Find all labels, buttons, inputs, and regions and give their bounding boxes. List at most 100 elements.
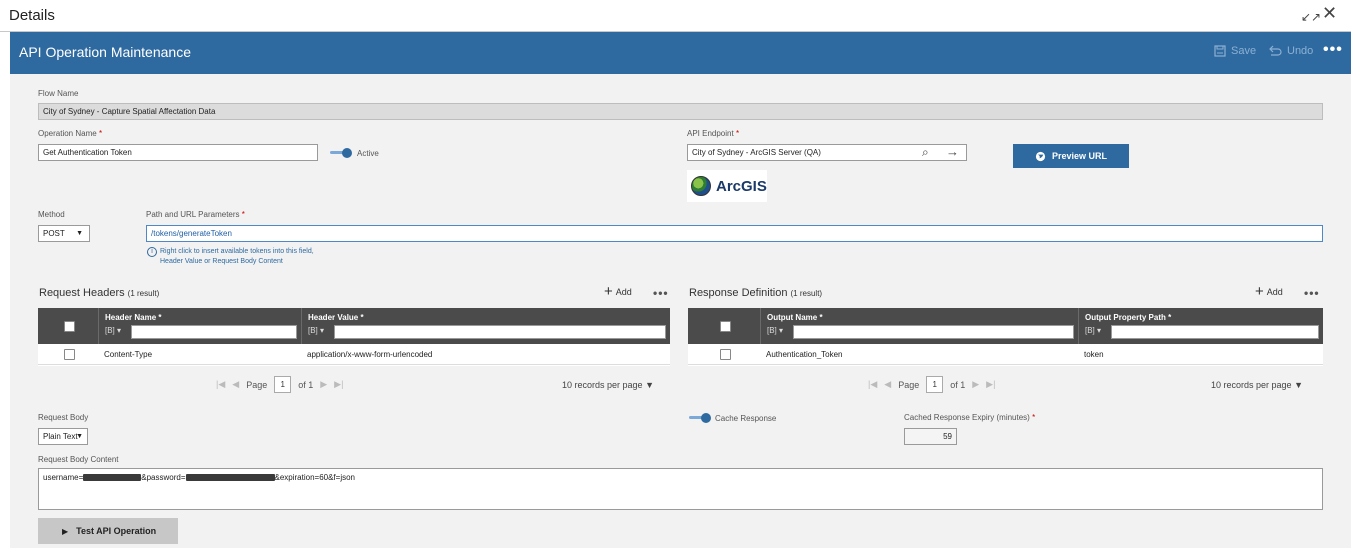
cache-expiry-label: Cached Response Expiry (minutes) * <box>904 413 1036 422</box>
select-all-checkbox[interactable] <box>64 321 75 332</box>
chevron-down-icon: ▼ <box>76 433 83 440</box>
response-definition-add-button[interactable]: + Add <box>1255 284 1283 299</box>
path-input[interactable]: /tokens/generateToken <box>146 225 1323 242</box>
column-header-label: Header Value * <box>308 313 364 322</box>
test-api-operation-button[interactable]: ▶ Test API Operation <box>38 518 178 544</box>
save-icon <box>1214 45 1226 57</box>
first-page-icon[interactable]: |◀ <box>868 379 877 390</box>
filter-icon[interactable]: [B] ▾ <box>767 326 783 335</box>
undo-icon <box>1269 45 1282 56</box>
arrow-right-icon[interactable]: → <box>946 144 959 159</box>
active-label: Active <box>357 149 379 158</box>
globe-icon <box>1035 151 1046 161</box>
save-label: Save <box>1231 45 1257 57</box>
response-definition-pager: |◀ ◀ Page 1 of 1 ▶ ▶| <box>868 376 995 393</box>
plus-icon: + <box>604 283 613 300</box>
active-toggle[interactable] <box>330 148 352 158</box>
row-checkbox[interactable] <box>64 349 75 360</box>
method-label: Method <box>38 210 65 219</box>
request-headers-more-icon[interactable]: ••• <box>653 286 669 300</box>
response-definition-more-icon[interactable]: ••• <box>1304 286 1320 300</box>
header-value-cell: application/x-www-form-urlencoded <box>307 350 433 359</box>
output-path-cell: token <box>1084 350 1104 359</box>
cache-response-toggle[interactable] <box>689 413 711 423</box>
page-label: Page <box>246 379 268 390</box>
filter-icon[interactable]: [B] ▾ <box>1085 326 1101 335</box>
arcgis-logo: ArcGIS <box>687 170 767 202</box>
arcgis-globe-icon <box>691 176 711 196</box>
more-options-icon[interactable]: ••• <box>1323 41 1343 59</box>
response-definition-title: Response Definition (1 result) <box>689 287 823 299</box>
test-api-operation-label: Test API Operation <box>76 526 157 536</box>
window-title: Details <box>9 7 55 24</box>
page-number-input[interactable]: 1 <box>926 376 944 393</box>
column-header-label: Output Name * <box>767 313 823 322</box>
first-page-icon[interactable]: |◀ <box>216 379 225 390</box>
header-name-cell: Content-Type <box>104 350 153 359</box>
filter-input[interactable] <box>1111 325 1319 339</box>
method-select[interactable]: POST ▼ <box>38 225 90 242</box>
page-of-label: of 1 <box>298 379 314 390</box>
path-hint-line1: Right click to insert available tokens i… <box>160 248 314 255</box>
search-icon[interactable]: ⌕ <box>922 145 929 160</box>
column-header-label: Header Name * <box>105 313 162 322</box>
column-header-name[interactable]: Header Name * [B] ▾ <box>98 308 301 344</box>
records-per-page-select[interactable]: 10 records per page ▼ <box>1211 380 1303 390</box>
column-header-output-name[interactable]: Output Name * [B] ▾ <box>760 308 1078 344</box>
flow-name-label: Flow Name <box>38 89 79 98</box>
last-page-icon[interactable]: ▶| <box>986 379 995 390</box>
table-row[interactable]: Authentication_Token token <box>688 344 1323 365</box>
column-header-output-path[interactable]: Output Property Path * [B] ▾ <box>1078 308 1323 344</box>
table-row[interactable]: Content-Type application/x-www-form-urle… <box>38 344 670 365</box>
page-title: API Operation Maintenance <box>19 44 191 60</box>
next-page-icon[interactable]: ▶ <box>320 379 327 390</box>
records-per-page-select[interactable]: 10 records per page ▼ <box>562 380 654 390</box>
request-body-label: Request Body <box>38 413 89 422</box>
page-header: API Operation Maintenance Save Undo ••• <box>10 32 1351 74</box>
filter-icon[interactable]: [B] ▾ <box>308 326 324 335</box>
method-value: POST <box>43 229 65 238</box>
collapse-icon[interactable]: ↙↗ <box>1301 8 1321 26</box>
filter-input[interactable] <box>793 325 1074 339</box>
filter-icon[interactable]: [B] ▾ <box>105 326 121 335</box>
request-body-value: Plain Text <box>43 432 78 441</box>
preview-url-button[interactable]: Preview URL <box>1013 144 1129 168</box>
api-endpoint-label: API Endpoint * <box>687 129 740 138</box>
column-header-label: Output Property Path * <box>1085 313 1172 322</box>
next-page-icon[interactable]: ▶ <box>972 379 979 390</box>
redacted-password <box>185 474 275 482</box>
cache-expiry-input[interactable]: 59 <box>904 428 957 445</box>
request-headers-add-button[interactable]: + Add <box>604 283 632 300</box>
info-icon: i <box>147 247 157 257</box>
filter-input[interactable] <box>334 325 666 339</box>
output-name-cell: Authentication_Token <box>766 350 843 359</box>
prev-page-icon[interactable]: ◀ <box>232 379 239 390</box>
request-body-select[interactable]: Plain Text ▼ <box>38 428 88 445</box>
prev-page-icon[interactable]: ◀ <box>884 379 891 390</box>
column-header-value[interactable]: Header Value * [B] ▾ <box>301 308 670 344</box>
play-icon: ▶ <box>62 526 69 536</box>
path-label: Path and URL Parameters * <box>146 210 245 219</box>
request-body-content-textarea[interactable]: username= &password= &expiration=60&f=json <box>38 468 1323 510</box>
request-headers-grid: Header Name * [B] ▾ Header Value * [B] ▾… <box>38 308 670 366</box>
page-label: Page <box>898 379 920 390</box>
operation-name-label: Operation Name * <box>38 129 103 138</box>
request-body-content-label: Request Body Content <box>38 455 119 464</box>
request-headers-title: Request Headers (1 result) <box>39 287 160 299</box>
arcgis-logo-text: ArcGIS <box>716 177 767 195</box>
row-checkbox[interactable] <box>720 349 731 360</box>
redacted-username <box>83 474 142 482</box>
page-number-input[interactable]: 1 <box>274 376 292 393</box>
save-button[interactable]: Save <box>1214 45 1256 57</box>
filter-input[interactable] <box>131 325 297 339</box>
path-hint-line2: Header Value or Request Body Content <box>160 258 283 265</box>
close-icon[interactable]: ✕ <box>1322 4 1337 22</box>
api-endpoint-value: City of Sydney - ArcGIS Server (QA) <box>692 148 821 157</box>
operation-name-input[interactable]: Get Authentication Token <box>38 144 318 161</box>
select-all-checkbox[interactable] <box>720 321 731 332</box>
last-page-icon[interactable]: ▶| <box>334 379 343 390</box>
undo-button[interactable]: Undo <box>1268 45 1313 57</box>
cache-response-label: Cache Response <box>715 414 777 423</box>
window-titlebar: Details ↙↗ ✕ <box>0 0 1351 32</box>
flow-name-field: City of Sydney - Capture Spatial Affecta… <box>38 103 1323 120</box>
